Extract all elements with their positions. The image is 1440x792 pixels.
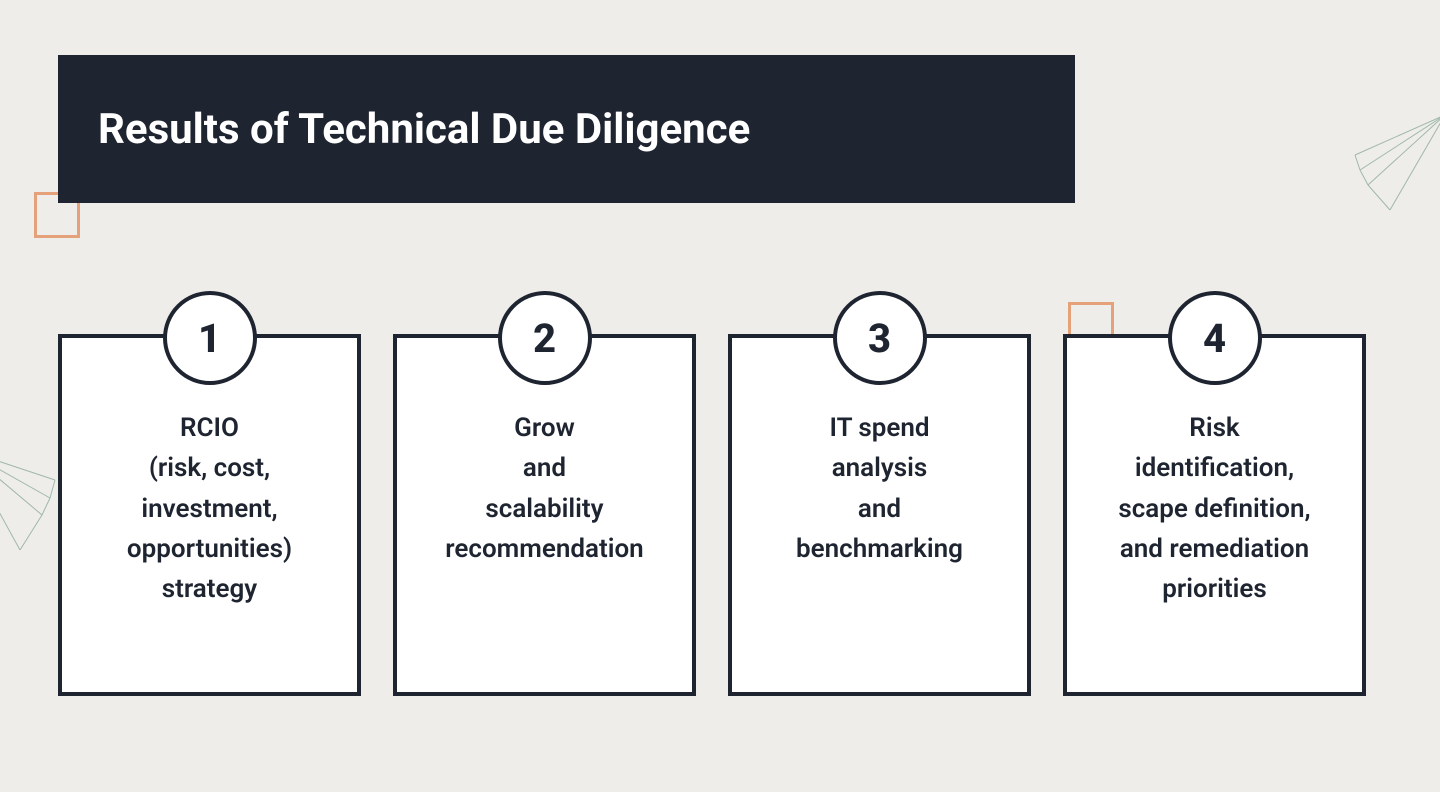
page-title: Results of Technical Due Diligence xyxy=(98,105,750,154)
card-text-1: RCIO(risk, cost,investment,opportunities… xyxy=(117,408,302,609)
card-text-3: IT spendanalysisandbenchmarking xyxy=(786,408,973,569)
card-badge-4: 4 xyxy=(1168,291,1262,385)
card-4: 4 Riskidentification,scape definition,an… xyxy=(1063,334,1366,696)
card-1: 1 RCIO(risk, cost,investment,opportuniti… xyxy=(58,334,361,696)
card-text-4: Riskidentification,scape definition,and … xyxy=(1108,408,1320,609)
card-text-2: Growandscalabilityrecommendation xyxy=(435,408,653,569)
card-badge-2: 2 xyxy=(498,291,592,385)
title-bar: Results of Technical Due Diligence xyxy=(58,55,1075,203)
card-badge-1: 1 xyxy=(163,291,257,385)
decorative-lines-left xyxy=(0,440,60,560)
card-2: 2 Growandscalabilityrecommendation xyxy=(393,334,696,696)
decorative-lines-right xyxy=(1350,110,1440,220)
card-badge-3: 3 xyxy=(833,291,927,385)
card-3: 3 IT spendanalysisandbenchmarking xyxy=(728,334,1031,696)
cards-row: 1 RCIO(risk, cost,investment,opportuniti… xyxy=(58,334,1366,696)
